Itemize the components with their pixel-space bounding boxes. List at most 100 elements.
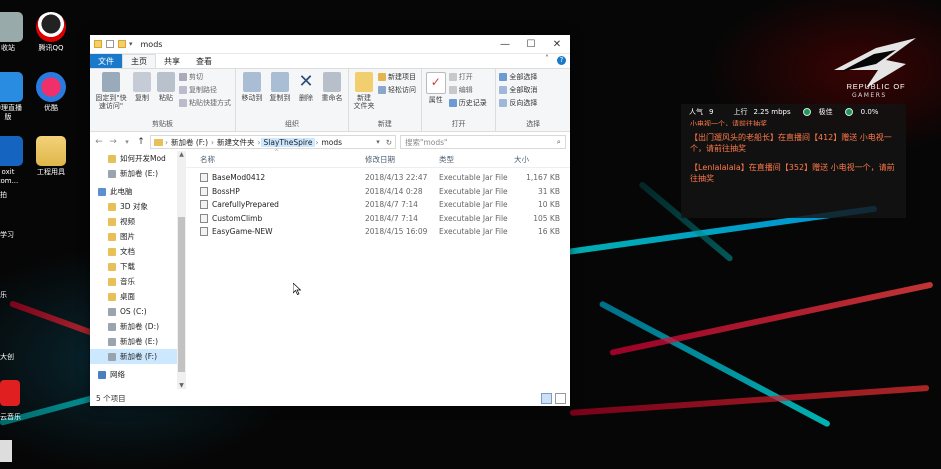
- file-name-cell: BaseMod0412: [186, 173, 365, 183]
- file-row[interactable]: BaseMod0412 2018/4/13 22:47 Executable Jar…: [186, 171, 570, 185]
- nav-item[interactable]: 此电脑: [90, 184, 186, 199]
- copy-path-button[interactable]: 复制路径: [179, 85, 231, 95]
- desktop-edge-label[interactable]: 拍: [0, 190, 7, 200]
- ribbon-collapse-icon[interactable]: ˄: [541, 54, 553, 68]
- upload-label: 上行: [733, 108, 748, 116]
- desktop-edge-label[interactable]: 学习: [0, 230, 14, 240]
- details-view-icon[interactable]: [541, 393, 552, 404]
- breadcrumb-mods[interactable]: mods: [318, 138, 345, 147]
- copy-button[interactable]: 复制: [131, 72, 153, 102]
- open-button[interactable]: 打开: [448, 72, 487, 82]
- scroll-down-arrow-icon[interactable]: ▼: [177, 382, 186, 389]
- tab-share[interactable]: 共享: [156, 54, 188, 68]
- history-icon: [448, 99, 457, 107]
- nav-item[interactable]: 新加卷 (E:): [90, 334, 186, 349]
- window-icon: [94, 40, 102, 48]
- easy-access-label: 轻松访问: [388, 86, 416, 94]
- nav-item[interactable]: 视频: [90, 214, 186, 229]
- nav-list: 如何开发Mod 新加卷 (E:) 此电脑 3D 对象 视频 图片 文档 下载 音乐 桌面 OS (C…: [90, 151, 186, 382]
- qat-dropdown-icon[interactable]: ▾: [129, 40, 133, 48]
- refresh-icon[interactable]: ↻: [383, 138, 395, 147]
- edit-button[interactable]: 编辑: [448, 85, 487, 95]
- file-size: 31 KB: [538, 186, 560, 196]
- paste-shortcut-button[interactable]: 粘贴快捷方式: [179, 98, 231, 108]
- help-icon[interactable]: ?: [557, 56, 566, 65]
- tab-file[interactable]: 文件: [90, 54, 122, 68]
- nav-item[interactable]: 下载: [90, 259, 186, 274]
- tab-view[interactable]: 查看: [188, 54, 220, 68]
- minimize-button[interactable]: —: [492, 39, 518, 50]
- easy-access-button[interactable]: 轻松访问: [378, 85, 416, 95]
- file-row[interactable]: EasyGame-NEW 2018/4/15 16:09 Executable Ja…: [186, 225, 570, 239]
- search-box[interactable]: 搜索"mods" ⌕: [400, 135, 566, 149]
- nav-item[interactable]: 如何开发Mod: [90, 151, 186, 166]
- column-header-size[interactable]: 大小: [514, 154, 560, 165]
- nav-item[interactable]: 新加卷 (F:): [90, 349, 186, 364]
- delete-button[interactable]: ✕ 删除: [295, 72, 317, 103]
- properties-button[interactable]: ✓ 属性: [425, 72, 447, 104]
- up-arrow-icon[interactable]: ↑: [136, 137, 146, 147]
- column-header-date[interactable]: 修改日期: [365, 154, 439, 165]
- nav-item[interactable]: OS (C:): [90, 304, 186, 319]
- invert-selection-button[interactable]: 反向选择: [499, 98, 537, 108]
- pc-icon: [98, 187, 106, 196]
- nav-item[interactable]: 新加卷 (E:): [90, 166, 186, 181]
- nav-item[interactable]: 文档: [90, 244, 186, 259]
- history-button[interactable]: 历史记录: [448, 98, 487, 108]
- new-item-button[interactable]: 新建项目: [378, 72, 416, 82]
- loss-value: 0.0%: [860, 108, 879, 116]
- desktop-edge-label[interactable]: 乐: [0, 290, 7, 300]
- paste-button[interactable]: 粘贴: [155, 72, 177, 102]
- file-date: 2018/4/7 7:14: [365, 200, 418, 210]
- nav-item[interactable]: 图片: [90, 229, 186, 244]
- nav-item[interactable]: 桌面: [90, 289, 186, 304]
- desktop-icon-qq[interactable]: 腾讯QQ: [25, 12, 77, 53]
- explorer-body: 如何开发Mod 新加卷 (E:) 此电脑 3D 对象 视频 图片 文档 下载 音乐 桌面 OS (C…: [90, 149, 570, 389]
- new-folder-icon: [355, 72, 373, 92]
- nav-item[interactable]: 音乐: [90, 274, 186, 289]
- move-to-icon: [243, 72, 261, 92]
- nav-scrollbar-thumb[interactable]: [178, 217, 185, 372]
- select-all-button[interactable]: 全部选择: [499, 72, 537, 82]
- netease-music-icon[interactable]: [0, 380, 20, 406]
- breadcrumb-drive-f[interactable]: 新加卷 (F:): [168, 137, 211, 148]
- breadcrumb-slaythespire[interactable]: SlayTheSpire: [260, 137, 316, 147]
- large-icons-view-icon[interactable]: [555, 393, 566, 404]
- file-icon[interactable]: [0, 440, 12, 462]
- forward-arrow-icon[interactable]: →: [108, 137, 118, 147]
- new-folder-button[interactable]: 新建 文件夹: [352, 72, 376, 110]
- nav-item[interactable]: 3D 对象: [90, 199, 186, 214]
- move-to-button[interactable]: 移动到: [239, 72, 265, 102]
- nav-item[interactable]: 新加卷 (D:): [90, 319, 186, 334]
- edit-icon: [448, 86, 457, 94]
- scroll-up-arrow-icon[interactable]: ▲: [177, 151, 186, 158]
- quick-access-folder-icon[interactable]: [118, 40, 126, 48]
- file-row[interactable]: BossHP 2018/4/14 0:28 Executable Jar File 3…: [186, 185, 570, 199]
- desktop-icon-tools-folder[interactable]: 工程用具: [25, 136, 77, 177]
- close-button[interactable]: ✕: [544, 39, 570, 50]
- title-bar[interactable]: ▾ mods — ☐ ✕: [90, 35, 570, 54]
- breadcrumb-new-folder[interactable]: 新建文件夹: [214, 137, 258, 148]
- copy-to-button[interactable]: 复制到: [267, 72, 293, 102]
- pin-quick-access-button[interactable]: 固定到"快速访问": [93, 72, 129, 110]
- file-row[interactable]: CustomClimb 2018/4/7 7:14 Executable Jar F…: [186, 212, 570, 226]
- quick-access-properties-icon[interactable]: [106, 40, 114, 48]
- file-row[interactable]: CarefullyPrepared 2018/4/7 7:14 Executable…: [186, 198, 570, 212]
- maximize-button[interactable]: ☐: [518, 39, 544, 50]
- tab-home[interactable]: 主页: [122, 54, 156, 68]
- address-bar[interactable]: › 新加卷 (F:) › 新建文件夹 › SlayTheSpire › mods…: [150, 135, 396, 149]
- column-header-type[interactable]: 类型: [439, 154, 514, 165]
- desktop-edge-label[interactable]: 大创: [0, 352, 14, 362]
- address-dropdown-icon[interactable]: ▾: [373, 138, 383, 146]
- desktop-icon-youku[interactable]: 优酷: [25, 72, 77, 113]
- cut-button[interactable]: 剪切: [179, 72, 231, 82]
- nav-scrollbar[interactable]: ▲ ▼: [177, 151, 186, 389]
- chat-message-cut: 小电视一个，请前往抽奖: [690, 120, 767, 126]
- select-none-button[interactable]: 全部取消: [499, 85, 537, 95]
- rename-button[interactable]: 重命名: [319, 72, 345, 102]
- back-arrow-icon[interactable]: ←: [94, 137, 104, 147]
- recent-dropdown-icon[interactable]: ▾: [122, 138, 132, 146]
- nav-item[interactable]: 网络: [90, 367, 186, 382]
- desktop-edge-label[interactable]: 云音乐: [0, 412, 21, 422]
- column-headers: 名称 修改日期 类型 大小: [186, 151, 570, 168]
